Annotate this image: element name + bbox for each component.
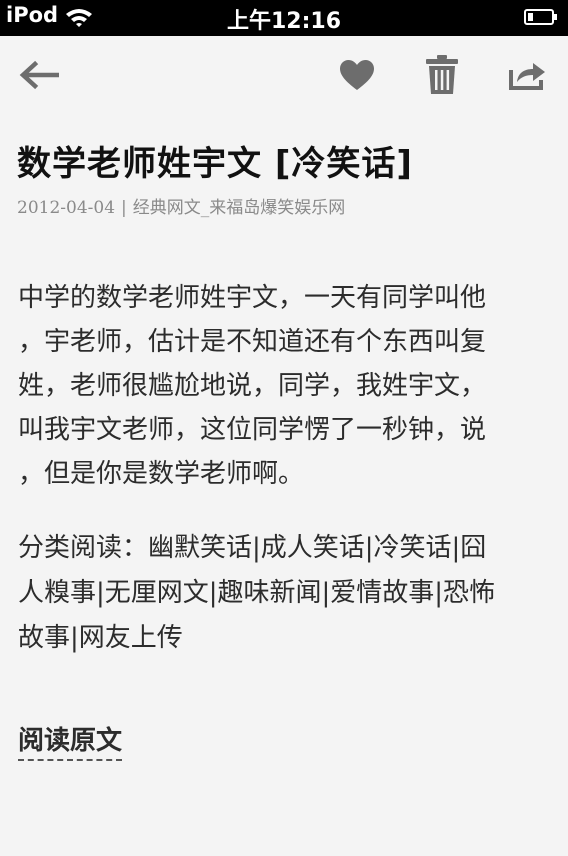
body-line: ，但是你是数学老师啊。 [18, 459, 305, 489]
status-bar: iPod 上午12:16 [0, 0, 568, 36]
battery-icon [524, 9, 557, 25]
article-title: 数学老师姓宇文 [冷笑话] [17, 144, 413, 184]
toolbar [0, 36, 568, 114]
meta-separator: | [121, 198, 127, 218]
back-button[interactable] [16, 52, 62, 98]
body-line: 中学的数学老师姓宇文，一天有同学叫他 [18, 283, 487, 313]
article-body: 中学的数学老师姓宇文，一天有同学叫他 ，宇老师，估计是不知道还有个东西叫复 姓，… [18, 276, 550, 496]
favorite-button[interactable] [334, 52, 380, 98]
article-meta: 2012-04-04 | 经典网文_来福岛爆笑娱乐网 [17, 193, 345, 218]
category-line[interactable]: 故事|网友上传 [18, 616, 558, 661]
article-date: 2012-04-04 [17, 198, 116, 218]
delete-button[interactable] [419, 52, 465, 98]
category-line[interactable]: 分类阅读：幽默笑话|成人笑话|冷笑话|囧 [18, 526, 558, 571]
back-arrow-icon [19, 60, 59, 90]
category-line[interactable]: 人糗事|无厘网文|趣味新闻|爱情故事|恐怖 [18, 571, 558, 616]
heart-icon [340, 60, 374, 90]
trash-icon [426, 55, 458, 94]
body-line: 姓，老师很尴尬地说，同学，我姓宇文， [18, 371, 487, 401]
body-line: 叫我宇文老师，这位同学愣了一秒钟，说 [18, 415, 487, 445]
status-time: 上午12:16 [226, 9, 342, 34]
article-source[interactable]: 经典网文_来福岛爆笑娱乐网 [133, 198, 346, 218]
share-button[interactable] [505, 52, 551, 98]
read-original-link[interactable]: 阅读原文 [18, 720, 123, 761]
share-icon [509, 63, 545, 90]
body-line: ，宇老师，估计是不知道还有个东西叫复 [18, 327, 487, 357]
category-links[interactable]: 分类阅读：幽默笑话|成人笑话|冷笑话|囧 人糗事|无厘网文|趣味新闻|爱情故事|… [18, 526, 558, 661]
